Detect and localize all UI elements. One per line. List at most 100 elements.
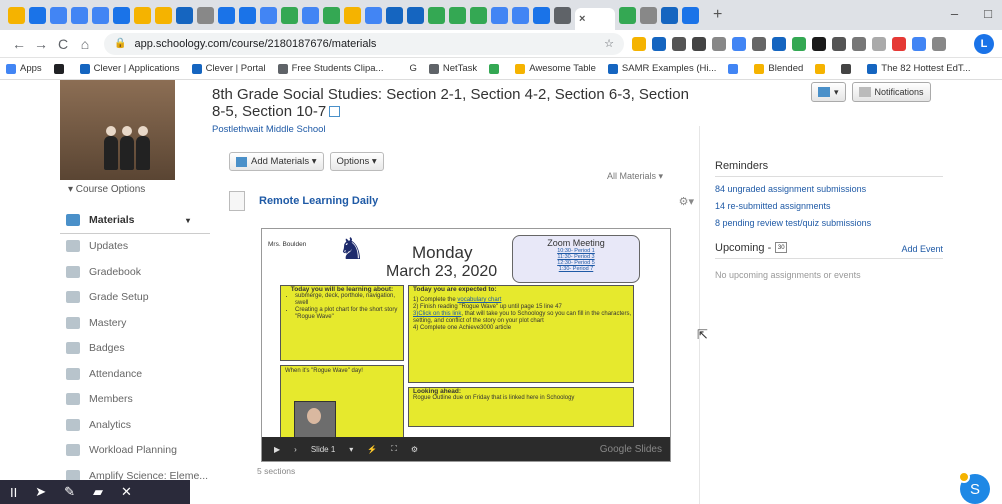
extension-icon[interactable] [772, 36, 786, 51]
slide-dropdown-icon[interactable]: ▾ [349, 445, 353, 454]
bookmark-item[interactable] [841, 63, 855, 74]
docs-tab-icon[interactable] [260, 6, 277, 24]
classlink-tab-icon[interactable] [29, 6, 46, 24]
expected-step-2[interactable]: 2) Finish reading "Rogue Wave" up until … [413, 304, 633, 311]
bookmark-item[interactable]: Free Students Clipa... [277, 63, 383, 74]
docs-tab-icon[interactable] [512, 6, 529, 24]
course-options[interactable]: ▾ Course Options [68, 184, 145, 195]
docs-tab-icon[interactable] [92, 6, 109, 24]
drive-tab-icon[interactable] [428, 6, 445, 24]
pointer-icon[interactable]: ➤ [35, 484, 46, 500]
classlink-tab-icon[interactable] [682, 6, 699, 24]
calendar-icon[interactable]: 30 [775, 242, 788, 253]
docs-tab-icon[interactable] [71, 6, 88, 24]
pause-icon[interactable]: II [10, 485, 17, 500]
docs-tab-icon[interactable] [50, 6, 67, 24]
zoom-link[interactable]: 1:30- Period 7 [513, 266, 639, 272]
bookmark-item[interactable]: Clever | Applications [79, 63, 180, 74]
bookmark-item[interactable] [815, 63, 829, 74]
extension-icon[interactable] [912, 36, 926, 51]
school-link[interactable]: Postlethwait Middle School [212, 124, 326, 135]
extension-icon[interactable] [792, 36, 806, 51]
slides-tab-icon[interactable] [134, 6, 151, 24]
docs-tab-icon[interactable] [491, 6, 508, 24]
chevron-down-icon[interactable]: ▾ [186, 216, 190, 225]
schoology-tab-icon[interactable] [8, 6, 25, 24]
settings-icon[interactable]: ⚙ [411, 445, 418, 454]
sidebar-item-gradebook[interactable]: Gradebook [60, 259, 210, 285]
drive-tab-icon[interactable] [323, 6, 340, 24]
bookmark-item[interactable]: Apps [6, 63, 42, 74]
marker-icon[interactable]: ▰ [93, 484, 103, 500]
clever-tab-icon[interactable] [407, 6, 424, 24]
extension-icon[interactable] [832, 36, 846, 51]
maximize-icon[interactable]: □ [984, 6, 992, 21]
profile-avatar[interactable]: L [974, 34, 994, 54]
view-dropdown-button[interactable]: ▾ [811, 82, 846, 102]
classlink-tab-icon[interactable] [218, 6, 235, 24]
sidebar-item-members[interactable]: Members [60, 387, 210, 413]
sidebar-item-mastery[interactable]: Mastery [60, 310, 210, 336]
play-icon[interactable]: ▶ [274, 445, 280, 454]
bookmark-item[interactable]: G [395, 63, 417, 74]
reminder-link[interactable]: 14 re-submitted assignments [715, 198, 871, 215]
bookmark-item[interactable]: SAMR Examples (Hi... [607, 63, 716, 74]
classlink-tab-icon[interactable] [239, 6, 256, 24]
slide-number[interactable]: Slide 1 [311, 445, 335, 454]
omnibox[interactable]: 🔒 app.schoology.com/course/2180187676/ma… [104, 32, 624, 55]
drive-tab-icon[interactable] [449, 6, 466, 24]
new-tab-button[interactable]: + [713, 6, 722, 24]
options-button[interactable]: Options ▾ [329, 152, 384, 171]
drive-tab-icon[interactable] [281, 6, 298, 24]
extension-icon[interactable] [732, 36, 746, 51]
classlink-tab-icon[interactable] [113, 6, 130, 24]
circle-tab-icon[interactable] [554, 6, 571, 24]
star-icon[interactable]: ☆ [604, 37, 614, 50]
reminder-link[interactable]: 8 pending review test/quiz submissions [715, 215, 871, 232]
sidebar-item-analytics[interactable]: Analytics [60, 412, 210, 438]
bookmark-item[interactable]: The 82 Hottest EdT... [867, 63, 971, 74]
close-tab-icon[interactable]: × [579, 13, 585, 25]
add-materials-button[interactable]: Add Materials ▾ [229, 152, 324, 171]
material-title[interactable]: Remote Learning Daily [259, 195, 378, 207]
schoology-tab-icon[interactable] [176, 6, 193, 24]
docs-tab-icon[interactable] [365, 6, 382, 24]
sidebar-item-grade-setup[interactable]: Grade Setup [60, 285, 210, 311]
sidebar-item-workload-planning[interactable]: Workload Planning [60, 438, 210, 464]
forward-icon[interactable]: → [30, 36, 52, 52]
sidebar-item-updates[interactable]: Updates [60, 234, 210, 260]
docs-tab-icon[interactable] [302, 6, 319, 24]
bookmark-item[interactable] [728, 63, 742, 74]
bookmark-item[interactable]: Blended [754, 63, 803, 74]
pen-icon[interactable]: ✎ [64, 484, 75, 500]
extension-icon[interactable] [812, 36, 826, 51]
slides-tab-icon[interactable] [155, 6, 172, 24]
slides-tab-icon[interactable] [344, 6, 361, 24]
next-icon[interactable]: › [294, 445, 297, 454]
notifications-button[interactable]: Notifications [851, 82, 931, 102]
ne-tab-icon[interactable] [197, 6, 214, 24]
extension-icon[interactable] [672, 36, 686, 51]
all-materials-filter[interactable]: All Materials ▾ [607, 171, 663, 182]
reminder-link[interactable]: 84 ungraded assignment submissions [715, 181, 871, 198]
bookmark-item[interactable]: NetTask [428, 63, 477, 74]
extension-icon[interactable] [852, 36, 866, 51]
minimize-icon[interactable]: – [951, 6, 958, 21]
extension-icon[interactable] [892, 36, 906, 51]
course-info-icon[interactable] [329, 106, 341, 117]
drive-tab-icon[interactable] [470, 6, 487, 24]
fullscreen-icon[interactable]: ⛶ [391, 444, 397, 454]
pointer-tool-icon[interactable]: ⚡ [367, 445, 377, 454]
embedded-slide[interactable]: Mrs. Boulden ♞ Monday March 23, 2020 Zoo… [261, 228, 671, 462]
home-icon[interactable]: ⌂ [74, 36, 96, 52]
tab-active[interactable]: × [575, 8, 615, 30]
ne-tab-icon[interactable] [640, 6, 657, 24]
extension-icon[interactable] [932, 36, 946, 51]
drive-tab-icon[interactable] [619, 6, 636, 24]
gear-icon[interactable]: ⚙▾ [679, 195, 694, 208]
clever-tab-icon[interactable] [386, 6, 403, 24]
bookmark-item[interactable] [489, 63, 503, 74]
reload-icon[interactable]: C [52, 36, 74, 52]
sidebar-item-materials[interactable]: Materials ▾ [60, 208, 210, 234]
close-icon[interactable]: ✕ [121, 484, 132, 500]
